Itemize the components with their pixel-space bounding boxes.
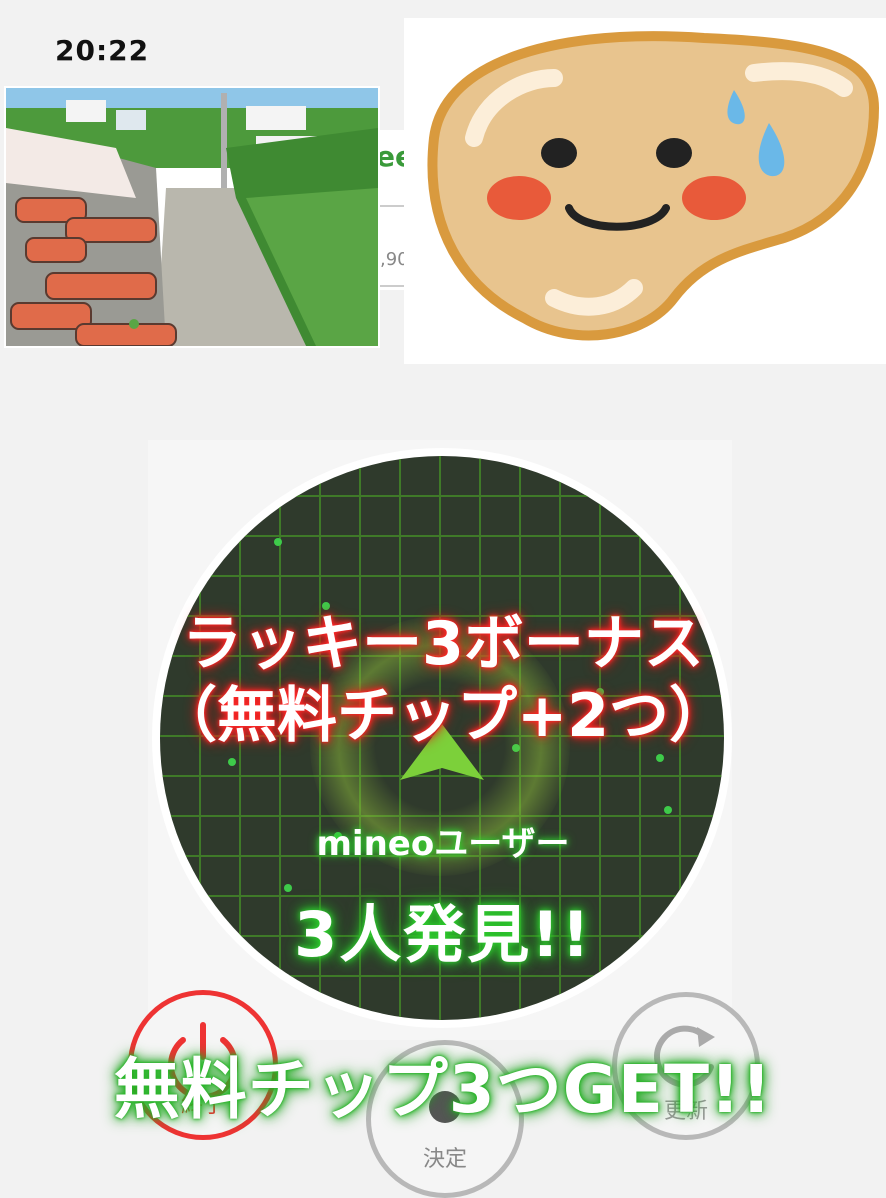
mascot-sticker bbox=[404, 18, 886, 364]
status-bar-time: 20:22 bbox=[55, 34, 150, 67]
found-count: 3人発見!! bbox=[294, 898, 592, 971]
landscape-sticker bbox=[4, 86, 380, 348]
reward-banner: 無料チップ3つGET!! bbox=[113, 1051, 773, 1128]
liver-mascot-icon bbox=[427, 31, 880, 341]
lucky-bonus-detail: （無料チップ+2つ） bbox=[156, 681, 730, 751]
lucky-bonus-title: ラッキー3ボーナス bbox=[182, 609, 704, 679]
decide-button-label: 決定 bbox=[422, 1147, 467, 1172]
landscape-illustration bbox=[6, 88, 378, 346]
found-user-type: mineoユーザー bbox=[316, 824, 570, 864]
